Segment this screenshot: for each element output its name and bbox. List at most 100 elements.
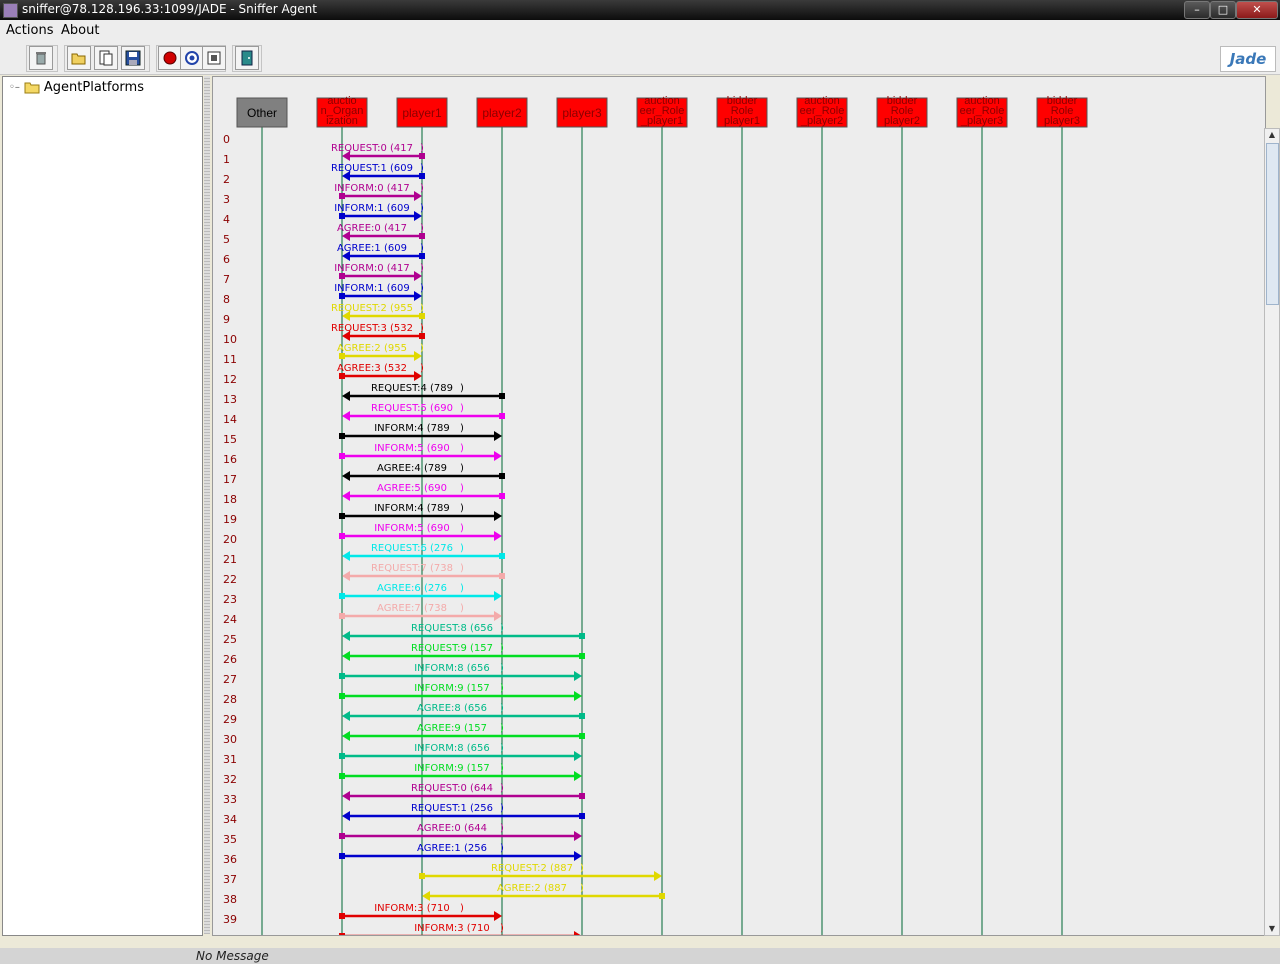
window-title: sniffer@78.128.196.33:1099/JADE - Sniffe…: [22, 2, 317, 16]
row-number: 14: [223, 413, 237, 426]
message-label: AGREE:0 (417: [337, 223, 407, 234]
jade-logo: Jade: [1220, 46, 1276, 72]
message-origin: [499, 493, 505, 499]
show-only-icon[interactable]: [180, 46, 204, 70]
message-label-paren: ): [500, 803, 504, 814]
row-number: 3: [223, 193, 230, 206]
message-arrowhead: [654, 871, 662, 881]
row-number: 5: [223, 233, 230, 246]
panel-splitter[interactable]: [204, 76, 210, 934]
message-sequence-diagram: Otherauction_Organizationplayer1 player2 p…: [223, 95, 1088, 935]
save-icon[interactable]: [121, 46, 145, 70]
message-origin: [499, 553, 505, 559]
scroll-down-icon[interactable]: ▼: [1265, 923, 1279, 935]
message-label: INFORM:3 (710: [414, 923, 490, 934]
row-number: 19: [223, 513, 237, 526]
expand-handle-icon[interactable]: ◦–: [9, 82, 20, 93]
message-arrowhead: [342, 391, 350, 401]
maximize-button[interactable]: □: [1210, 1, 1236, 19]
message-label: INFORM:0 (417: [334, 183, 410, 194]
message-label-paren: ): [420, 323, 424, 334]
row-number: 1: [223, 153, 230, 166]
message-arrowhead: [574, 931, 581, 935]
row-number: 11: [223, 353, 237, 366]
message-label: AGREE:5 (690: [377, 483, 447, 494]
message-origin: [339, 853, 345, 859]
menu-actions[interactable]: Actions: [6, 23, 54, 38]
window-title-bar: sniffer@78.128.196.33:1099/JADE - Sniffe…: [0, 0, 1280, 20]
agent-name-label: _player2: [800, 115, 843, 127]
message-label-paren: ): [420, 363, 424, 374]
row-number: 38: [223, 893, 237, 906]
message-origin: [339, 533, 345, 539]
message-label-paren: ): [420, 163, 424, 174]
message-origin: [339, 453, 345, 459]
scroll-up-icon[interactable]: ▲: [1265, 129, 1279, 141]
agent-name-label: player1: [402, 106, 442, 120]
message-label-paren: ): [460, 523, 464, 534]
row-number: 15: [223, 433, 237, 446]
clear-canvas-icon[interactable]: [29, 46, 53, 70]
message-origin: [339, 673, 345, 679]
message-label-paren: ): [460, 403, 464, 414]
message-label-paren: ): [460, 583, 464, 594]
row-number: 16: [223, 453, 237, 466]
tree-node-agentplatforms[interactable]: ◦– AgentPlatforms: [9, 80, 144, 95]
message-label: AGREE:0 (644: [417, 823, 487, 834]
do-sniff-icon[interactable]: [158, 46, 182, 70]
message-arrowhead: [494, 611, 502, 621]
message-label: REQUEST:8 (656: [411, 623, 493, 634]
message-label-paren: ): [500, 703, 504, 714]
vertical-scrollbar[interactable]: ▲ ▼: [1264, 128, 1280, 936]
message-arrowhead: [342, 711, 350, 721]
write-message-list-icon[interactable]: [94, 46, 118, 70]
message-arrowhead: [422, 891, 430, 901]
message-label: INFORM:1 (609: [334, 283, 410, 294]
do-not-sniff-icon[interactable]: [202, 46, 226, 70]
message-arrowhead: [342, 651, 350, 661]
message-arrowhead: [342, 411, 350, 421]
message-label-paren: ): [500, 823, 504, 834]
message-label-paren: ): [420, 243, 424, 254]
message-label: REQUEST:2 (887: [491, 863, 573, 874]
message-label-paren: ): [420, 263, 424, 274]
message-label: REQUEST:1 (256: [411, 803, 493, 814]
row-number: 13: [223, 393, 237, 406]
close-button[interactable]: ✕: [1236, 1, 1278, 19]
message-label: INFORM:9 (157: [414, 683, 490, 694]
message-label: INFORM:5 (690: [374, 523, 450, 534]
row-number: 8: [223, 293, 230, 306]
message-label-paren: ): [500, 743, 504, 754]
message-origin: [339, 933, 345, 935]
folder-icon: [24, 82, 40, 94]
message-origin: [339, 833, 345, 839]
status-bar: No Message: [0, 948, 1280, 964]
agent-name-label: player3: [562, 106, 602, 120]
message-label-paren: ): [420, 223, 424, 234]
message-label-paren: ): [580, 863, 584, 874]
open-file-icon[interactable]: [67, 46, 91, 70]
message-arrowhead: [342, 731, 350, 741]
message-label-paren: ): [500, 923, 504, 934]
row-number: 18: [223, 493, 237, 506]
message-label-paren: ): [500, 783, 504, 794]
row-number: 12: [223, 373, 237, 386]
menu-about[interactable]: About: [61, 23, 99, 38]
row-number: 25: [223, 633, 237, 646]
message-label: AGREE:9 (157: [417, 723, 487, 734]
app-icon: [3, 3, 18, 18]
menu-bar: Actions About: [0, 20, 1280, 43]
message-label: AGREE:1 (609: [337, 243, 407, 254]
message-origin: [579, 653, 585, 659]
exit-icon[interactable]: [235, 46, 259, 70]
scroll-thumb[interactable]: [1266, 143, 1279, 305]
message-label-paren: ): [460, 903, 464, 914]
message-label-paren: ): [420, 303, 424, 314]
row-number: 32: [223, 773, 237, 786]
message-label-paren: ): [460, 603, 464, 614]
message-origin: [339, 513, 345, 519]
row-number: 2: [223, 173, 230, 186]
row-number: 22: [223, 573, 237, 586]
minimize-button[interactable]: –: [1184, 1, 1210, 19]
message-label-paren: ): [500, 843, 504, 854]
